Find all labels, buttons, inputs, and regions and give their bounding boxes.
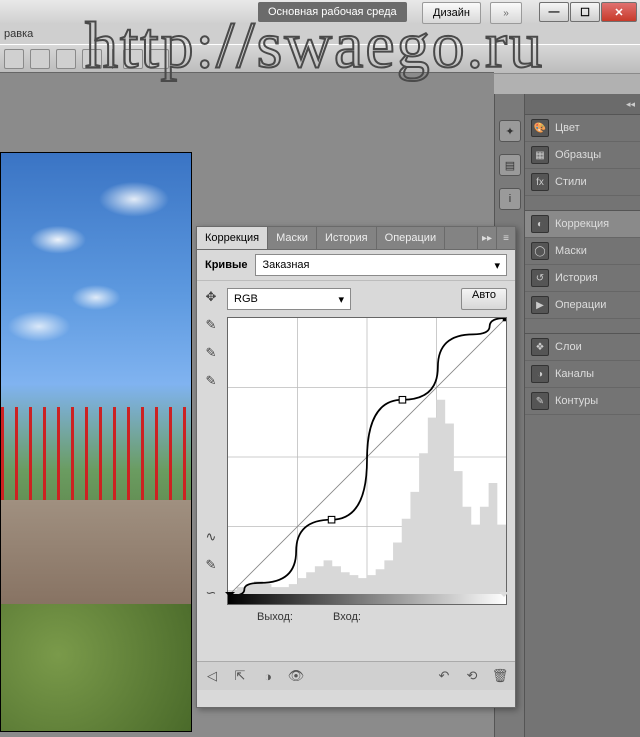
- panel-tabs: Коррекция Маски История Операции ▸▸ ≡: [197, 227, 515, 250]
- panel-expand-button[interactable]: ▸▸: [477, 227, 496, 249]
- panel-row-channels[interactable]: ◑ Каналы: [525, 361, 640, 388]
- return-to-list-icon[interactable]: ◁: [203, 667, 221, 685]
- chevron-down-icon: ▾: [494, 259, 500, 272]
- layers-icon: ❖: [531, 338, 549, 356]
- paths-icon: ✎: [531, 392, 549, 410]
- curves-tool-column: ✥ ✎ ✎ ✎ ∿ ✎ ∽: [197, 281, 225, 661]
- workspace-design-button[interactable]: Дизайн: [422, 2, 481, 24]
- panel-row-swatches[interactable]: ▦ Образцы: [525, 142, 640, 169]
- image-region: [1, 500, 191, 616]
- panel-label: Каналы: [555, 368, 594, 380]
- panel-preset-row: Кривые Заказная ▾: [197, 250, 515, 281]
- output-label: Выход:: [257, 611, 293, 623]
- menubar: равка: [0, 24, 640, 44]
- separator: [112, 49, 113, 69]
- panel-row-color[interactable]: 🎨 Цвет: [525, 115, 640, 142]
- canvas-image[interactable]: [0, 152, 192, 732]
- panel-row-actions[interactable]: ▶ Операции: [525, 292, 640, 319]
- trash-icon[interactable]: 🗑: [491, 667, 509, 685]
- image-region: [1, 604, 191, 731]
- panel-menu-button[interactable]: ≡: [496, 227, 515, 249]
- curves-graph[interactable]: [227, 317, 507, 594]
- previous-state-icon[interactable]: ↶: [435, 667, 453, 685]
- fx-icon: fx: [531, 173, 549, 191]
- window-close-button[interactable]: ✕: [601, 2, 637, 22]
- panel-group-gap: [525, 319, 640, 334]
- menu-item[interactable]: равка: [4, 28, 33, 40]
- opt-align-4-icon[interactable]: [82, 49, 102, 69]
- panel-group-gap: [525, 196, 640, 211]
- opt-align-3-icon[interactable]: [56, 49, 76, 69]
- channel-value: RGB: [234, 293, 258, 305]
- channels-icon: ◑: [531, 365, 549, 383]
- curve-smooth-button[interactable]: ∽: [201, 583, 221, 603]
- masks-icon: ◯: [531, 242, 549, 260]
- right-panel-column: ◂◂ 🎨 Цвет ▦ Образцы fx Стили ◐ Коррекция ◯ Ма…: [524, 94, 640, 737]
- panel-row-styles[interactable]: fx Стили: [525, 169, 640, 196]
- panel-label: Контуры: [555, 395, 598, 407]
- tab-history[interactable]: История: [317, 227, 377, 249]
- panel-collapse-button[interactable]: ◂◂: [525, 94, 640, 115]
- panel-footer: ◁ ⇱ ◑ 👁 ↶ ⟲ 🗑: [197, 661, 515, 690]
- reset-icon[interactable]: ⟲: [463, 667, 481, 685]
- channel-select[interactable]: RGB ▾: [227, 288, 351, 310]
- eyedropper-black-icon[interactable]: ✎: [201, 315, 221, 335]
- preset-select[interactable]: Заказная ▾: [255, 254, 507, 276]
- swatches-icon: ▦: [531, 146, 549, 164]
- window-maximize-button[interactable]: ☐: [570, 2, 600, 22]
- window-minimize-button[interactable]: —: [539, 2, 569, 22]
- panel-row-layers[interactable]: ❖ Слои: [525, 334, 640, 361]
- tab-adjustments[interactable]: Коррекция: [197, 227, 268, 249]
- adjustment-type-label: Кривые: [205, 259, 247, 271]
- workspace-tab[interactable]: Основная рабочая среда: [258, 2, 407, 22]
- tab-masks[interactable]: Маски: [268, 227, 317, 249]
- panel-label: Слои: [555, 341, 582, 353]
- opt-align-1-icon[interactable]: [4, 49, 24, 69]
- eyedropper-gray-icon[interactable]: ✎: [201, 343, 221, 363]
- options-bar: [0, 44, 640, 74]
- palette-icon: 🎨: [531, 119, 549, 137]
- adjustments-panel: Коррекция Маски История Операции ▸▸ ≡ Кр…: [196, 226, 516, 708]
- opt-dist-1-icon[interactable]: [123, 49, 143, 69]
- preset-value: Заказная: [262, 259, 309, 271]
- panel-label: Коррекция: [555, 218, 609, 230]
- panel-label: Образцы: [555, 149, 601, 161]
- input-label: Вход:: [333, 611, 361, 623]
- workspace-more-button[interactable]: »: [490, 2, 522, 24]
- navigator-icon[interactable]: ✦: [499, 120, 521, 142]
- tab-actions[interactable]: Операции: [377, 227, 445, 249]
- curve-mode-smooth-icon[interactable]: ∿: [201, 527, 221, 547]
- panel-label: Стили: [555, 176, 587, 188]
- panel-row-history[interactable]: ↺ История: [525, 265, 640, 292]
- history-icon: ↺: [531, 269, 549, 287]
- histogram-icon[interactable]: ▤: [499, 154, 521, 176]
- panel-label: Цвет: [555, 122, 580, 134]
- actions-icon: ▶: [531, 296, 549, 314]
- panel-label: Операции: [555, 299, 606, 311]
- titlebar: Основная рабочая среда Дизайн » — ☐ ✕: [0, 0, 640, 25]
- channel-row: RGB ▾ Авто: [227, 287, 507, 311]
- panel-label: История: [555, 272, 598, 284]
- chevron-down-icon: ▾: [338, 293, 344, 306]
- expand-view-icon[interactable]: ⇱: [231, 667, 249, 685]
- panel-row-paths[interactable]: ✎ Контуры: [525, 388, 640, 415]
- info-icon[interactable]: i: [499, 188, 521, 210]
- input-gradient[interactable]: [227, 594, 507, 605]
- eyedropper-white-icon[interactable]: ✎: [201, 371, 221, 391]
- opt-dist-2-icon[interactable]: [149, 49, 169, 69]
- adjust-icon: ◐: [531, 215, 549, 233]
- auto-button[interactable]: Авто: [461, 288, 507, 310]
- panel-label: Маски: [555, 245, 587, 257]
- clip-to-layer-icon[interactable]: ◑: [259, 667, 277, 685]
- opt-align-2-icon[interactable]: [30, 49, 50, 69]
- target-adjust-tool[interactable]: ✥: [201, 287, 221, 307]
- panel-row-masks[interactable]: ◯ Маски: [525, 238, 640, 265]
- curve-mode-pencil-icon[interactable]: ✎: [201, 555, 221, 575]
- toggle-visibility-icon[interactable]: 👁: [287, 667, 305, 685]
- panel-row-adjustments[interactable]: ◐ Коррекция: [525, 211, 640, 238]
